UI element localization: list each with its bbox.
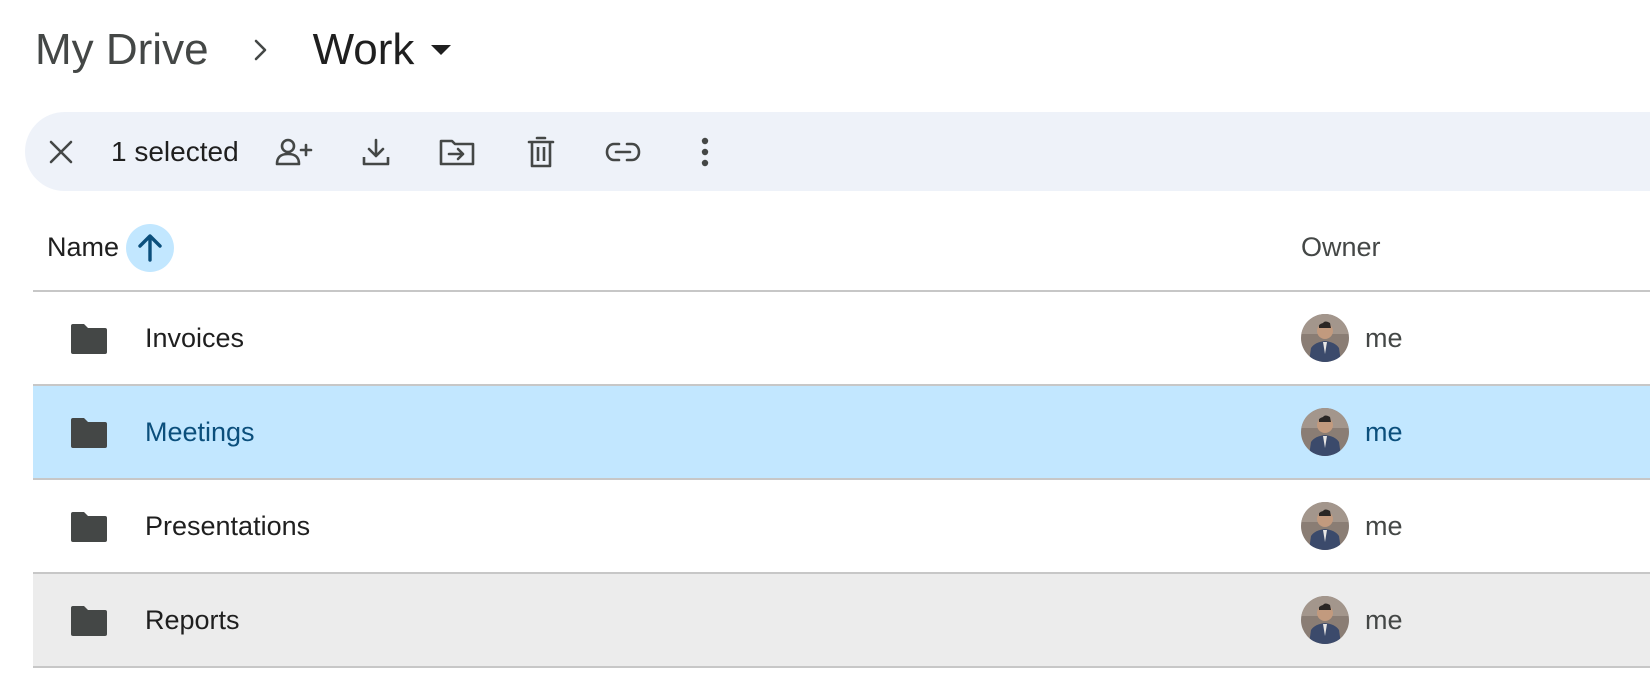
sort-direction-button[interactable] (126, 223, 175, 272)
selected-count: 1 selected (111, 135, 239, 167)
share-button[interactable] (268, 112, 320, 191)
copy-link-button[interactable] (597, 112, 649, 191)
table-row-hovered[interactable]: Reports me (33, 574, 1650, 668)
breadcrumb: My Drive Work (33, 18, 452, 82)
table-row-selected[interactable]: Meetings me (33, 386, 1650, 480)
column-header-name-label: Name (47, 232, 120, 262)
chevron-right-icon (231, 30, 291, 70)
owner-name: me (1365, 604, 1403, 635)
file-name: Presentations (145, 510, 311, 541)
owner-name: me (1365, 322, 1403, 353)
selection-toolbar: 1 selected (25, 112, 1650, 191)
owner-avatar (1301, 502, 1349, 550)
table-row[interactable]: Invoices me (33, 292, 1650, 386)
more-vert-icon (701, 137, 709, 166)
column-header-owner[interactable]: Owner (1301, 205, 1381, 290)
trash-icon (527, 136, 555, 167)
file-name: Invoices (145, 322, 245, 353)
download-icon (362, 138, 390, 165)
folder-icon (71, 418, 107, 448)
owner-avatar (1301, 314, 1349, 362)
move-to-trash-button[interactable] (515, 112, 567, 191)
close-icon (49, 140, 73, 163)
more-actions-button[interactable] (679, 112, 731, 191)
arrow-upward-icon (138, 233, 162, 262)
file-name: Reports (145, 604, 240, 635)
table-header: Name Owner (33, 205, 1650, 292)
file-list: Invoices me Meetings me Presentations me… (33, 292, 1650, 668)
move-button[interactable] (431, 112, 483, 191)
drive-file-move-icon (439, 139, 475, 165)
owner-avatar (1301, 408, 1349, 456)
breadcrumb-current-folder[interactable]: Work (313, 25, 453, 75)
breadcrumb-current-label: Work (312, 25, 415, 74)
owner-name: me (1365, 416, 1403, 447)
link-icon (605, 142, 641, 161)
column-header-name[interactable]: Name (47, 205, 175, 290)
download-button[interactable] (350, 112, 402, 191)
folder-icon (71, 512, 107, 542)
folder-icon (71, 606, 107, 636)
file-name: Meetings (145, 416, 255, 447)
arrow-drop-down-icon (430, 43, 452, 57)
owner-avatar (1301, 596, 1349, 644)
person-add-icon (275, 138, 313, 165)
folder-icon (71, 324, 107, 354)
table-row[interactable]: Presentations me (33, 480, 1650, 574)
owner-name: me (1365, 510, 1403, 541)
breadcrumb-my-drive[interactable]: My Drive (33, 25, 211, 75)
clear-selection-button[interactable] (35, 112, 87, 191)
